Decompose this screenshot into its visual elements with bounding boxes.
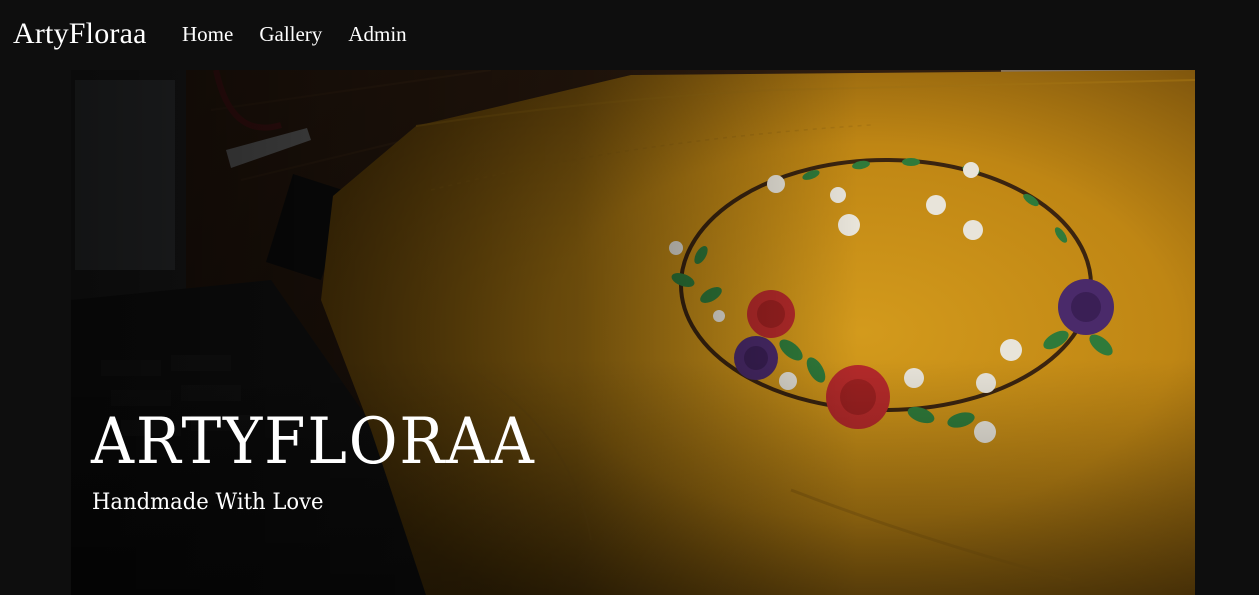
hero-title: ARTYFLORAA xyxy=(91,405,536,479)
hero-subtitle: Handmade With Love xyxy=(92,490,324,515)
nav-gallery-link[interactable]: Gallery xyxy=(259,20,322,48)
navbar: ArtyFloraa Home Gallery Admin xyxy=(0,0,1259,70)
brand-logo-link[interactable]: ArtyFloraa xyxy=(13,14,147,54)
nav-home-link[interactable]: Home xyxy=(182,20,233,48)
nav-links: Home Gallery Admin xyxy=(182,20,407,48)
nav-admin-link[interactable]: Admin xyxy=(348,20,406,48)
hero-banner: ARTYFLORAA Handmade With Love xyxy=(71,70,1195,595)
